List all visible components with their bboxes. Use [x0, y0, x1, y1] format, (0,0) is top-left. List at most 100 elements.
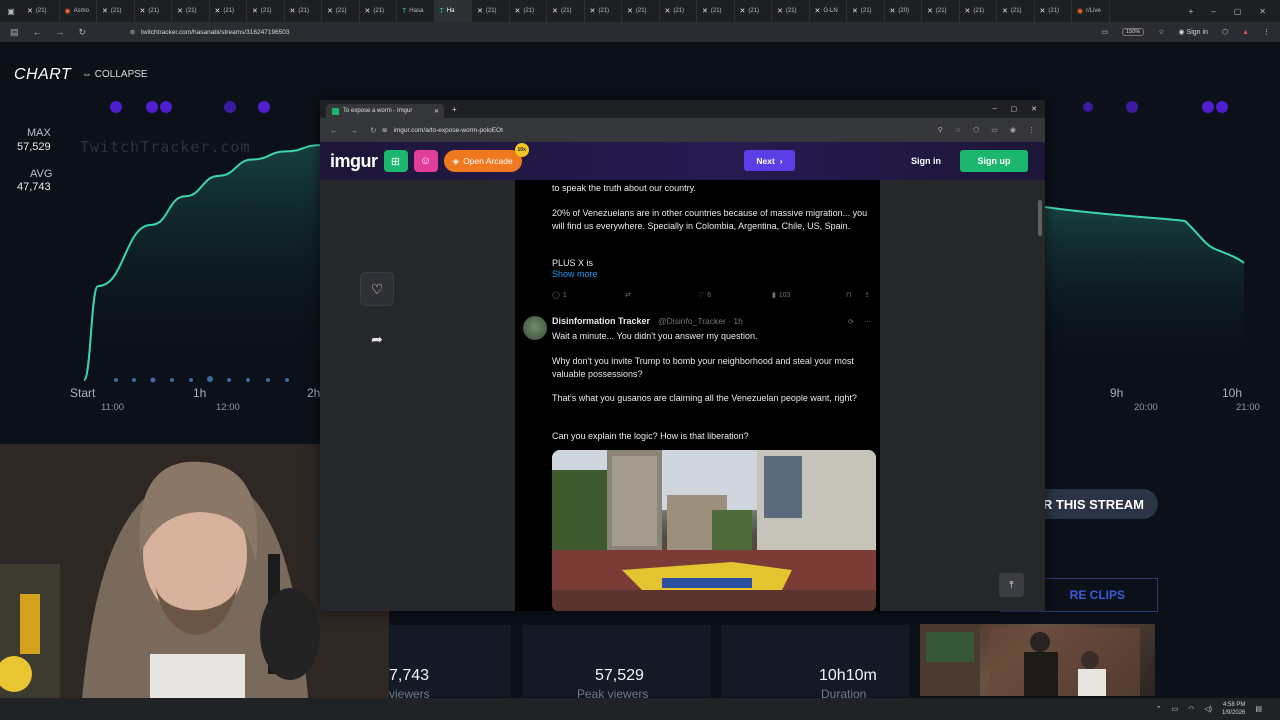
- browser-tab[interactable]: ✕ (21): [697, 0, 735, 22]
- reload-icon[interactable]: ↻: [370, 126, 377, 135]
- browser-tab[interactable]: T Ha: [434, 0, 472, 22]
- retweet-icon[interactable]: ⇄: [625, 291, 631, 299]
- category-dot[interactable]: [1083, 102, 1093, 112]
- browser-tab[interactable]: ✕ (21): [772, 0, 810, 22]
- site-info-icon[interactable]: ⊜: [382, 126, 387, 134]
- extensions-icon[interactable]: ⬡: [973, 126, 979, 134]
- new-tab-icon[interactable]: +: [1189, 7, 1194, 16]
- tweet-photo[interactable]: [552, 450, 876, 611]
- browser-tab[interactable]: ✕ (21): [660, 0, 697, 22]
- browser-tab[interactable]: ✕ (21): [285, 0, 322, 22]
- browser-tab[interactable]: ◉ Asmo: [60, 0, 97, 22]
- browser-tab[interactable]: ✕ (21): [135, 0, 172, 22]
- collapse-button[interactable]: ⇔ COLLAPSE: [82, 69, 148, 80]
- browser-tab[interactable]: ✕ (21): [172, 0, 210, 22]
- imgur-signin-link[interactable]: Sign in: [911, 156, 941, 166]
- forward-icon[interactable]: →: [56, 27, 65, 38]
- imgur-logo[interactable]: imgur: [330, 151, 378, 172]
- upload-icon[interactable]: ⊞: [383, 150, 408, 172]
- forward-icon[interactable]: →: [350, 126, 358, 135]
- share-arrow-icon[interactable]: ➦: [360, 322, 394, 356]
- close-icon[interactable]: ✕: [1259, 7, 1266, 16]
- reload-icon[interactable]: ↻: [79, 27, 87, 38]
- browser-tab[interactable]: ✕ (21): [922, 0, 960, 22]
- browser-tab[interactable]: ✕ G-LN: [810, 0, 847, 22]
- category-dot[interactable]: [110, 101, 122, 113]
- site-info-icon[interactable]: ⊜: [130, 29, 135, 36]
- marker-dot[interactable]: [189, 378, 193, 382]
- stream-preview-thumbnail[interactable]: [920, 624, 1155, 696]
- wifi-icon[interactable]: ◠: [1188, 705, 1194, 713]
- tray-chevron-icon[interactable]: ⌃: [1156, 705, 1162, 713]
- sidebar-icon[interactable]: ▤: [10, 27, 19, 38]
- category-dot[interactable]: [224, 101, 236, 113]
- show-more-link[interactable]: Show more: [552, 269, 598, 279]
- zoom-badge[interactable]: 150%: [1122, 28, 1145, 36]
- marker-dot[interactable]: [266, 378, 270, 382]
- maximize-icon[interactable]: ▢: [1011, 105, 1018, 113]
- share-icon[interactable]: ⇪: [864, 291, 870, 299]
- browser-tab[interactable]: ✕ (21): [1035, 0, 1072, 22]
- back-icon[interactable]: ←: [330, 126, 338, 135]
- clock[interactable]: 4:58 PM 1/9/2026: [1222, 701, 1245, 717]
- browser-tab[interactable]: ✕ (21): [622, 0, 660, 22]
- browser-tab[interactable]: ✕ (21): [510, 0, 547, 22]
- avatar[interactable]: [523, 316, 547, 340]
- marker-dot[interactable]: [132, 378, 136, 382]
- imgur-tab[interactable]: To expose a worm - Imgur ✕: [326, 104, 444, 118]
- like-count[interactable]: ♡ 6: [698, 291, 711, 300]
- more-options-icon[interactable]: ⋯: [864, 318, 871, 326]
- next-button[interactable]: Next ›: [744, 150, 795, 171]
- zoom-icon[interactable]: ⚲: [938, 126, 943, 134]
- browser-tab[interactable]: ✕ (21): [735, 0, 772, 22]
- minimize-icon[interactable]: –: [1211, 7, 1215, 16]
- browser-tab[interactable]: ✕ (21): [997, 0, 1035, 22]
- category-dot[interactable]: [258, 101, 270, 113]
- imgur-signup-button[interactable]: Sign up: [960, 150, 1028, 172]
- browser-tab[interactable]: ✕ (21): [547, 0, 585, 22]
- marker-dot[interactable]: [114, 378, 118, 382]
- browser-tab[interactable]: ◉ r/Live: [1072, 0, 1110, 22]
- marker-dot[interactable]: [285, 378, 289, 382]
- star-icon[interactable]: ☆: [1158, 28, 1164, 36]
- category-dot[interactable]: [1216, 101, 1228, 113]
- tweet-author-handle[interactable]: @Disinfo_Tracker · 1h: [658, 316, 743, 326]
- alert-icon[interactable]: ▲: [1242, 29, 1249, 36]
- reply-count[interactable]: ◯ 1: [552, 291, 567, 300]
- close-icon[interactable]: ✕: [1031, 105, 1037, 113]
- new-tab-icon[interactable]: +: [452, 105, 457, 114]
- browser-tab[interactable]: ✕ (21): [472, 0, 510, 22]
- notification-icon[interactable]: ▤: [1255, 705, 1262, 713]
- split-view-icon[interactable]: ▭: [991, 126, 998, 134]
- browser-tab[interactable]: ✕ (21): [22, 0, 60, 22]
- view-count[interactable]: ▮ 103: [772, 291, 791, 300]
- maximize-icon[interactable]: ▢: [1234, 7, 1242, 16]
- marker-dot[interactable]: [170, 378, 174, 382]
- profile-icon[interactable]: ◉: [1010, 126, 1016, 134]
- marker-dot[interactable]: [207, 376, 213, 382]
- open-arcade-button[interactable]: ◈ Open Arcade 10x: [443, 143, 529, 172]
- browser-tab[interactable]: ✕ (21): [847, 0, 885, 22]
- menu-icon[interactable]: ⋮: [1028, 126, 1035, 134]
- marker-dot[interactable]: [150, 377, 156, 383]
- browser-tab[interactable]: ✕ (21): [97, 0, 135, 22]
- menu-icon[interactable]: ⋮: [1263, 28, 1270, 36]
- category-dot[interactable]: [1202, 101, 1214, 113]
- bookmark-icon[interactable]: ⊓: [846, 291, 851, 299]
- browser-tab[interactable]: ✕ (20): [885, 0, 922, 22]
- category-dot[interactable]: [1126, 101, 1138, 113]
- category-dot[interactable]: [160, 101, 172, 113]
- back-icon[interactable]: ←: [33, 27, 42, 38]
- network-icon[interactable]: ▭: [1172, 705, 1179, 713]
- favorite-heart-icon[interactable]: ♡: [360, 272, 394, 306]
- memegen-icon[interactable]: ☺: [413, 150, 438, 172]
- grok-icon[interactable]: ⟳: [848, 318, 854, 326]
- star-icon[interactable]: ☆: [955, 126, 961, 134]
- category-dot[interactable]: [146, 101, 158, 113]
- translate-icon[interactable]: ▭: [1101, 28, 1108, 36]
- browser-tab[interactable]: ✕ (21): [360, 0, 397, 22]
- window-menu-icon[interactable]: ▣: [0, 7, 22, 16]
- close-tab-icon[interactable]: ✕: [434, 108, 444, 115]
- minimize-icon[interactable]: –: [993, 105, 997, 113]
- scroll-to-top-icon[interactable]: ⤒: [999, 573, 1024, 597]
